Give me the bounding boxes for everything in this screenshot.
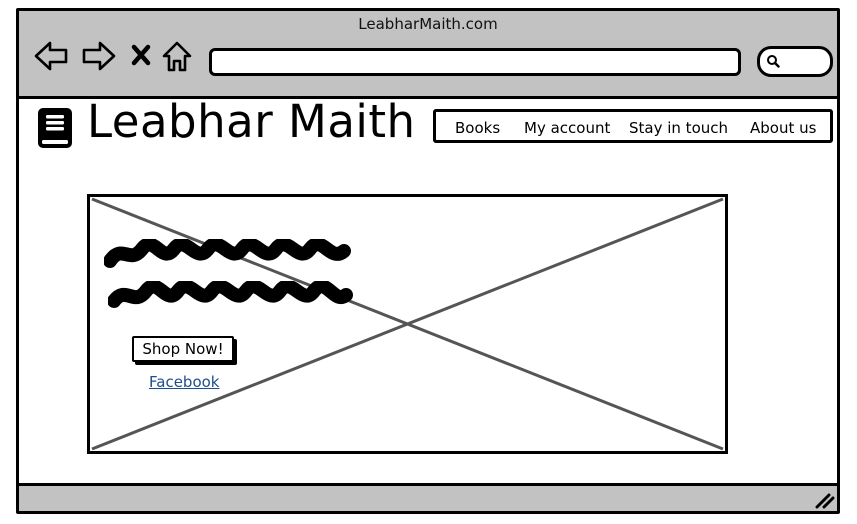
facebook-link[interactable]: Facebook	[149, 373, 219, 391]
nav-item-stay-in-touch[interactable]: Stay in touch	[629, 119, 728, 137]
hero-banner: Shop Now! Facebook	[87, 194, 728, 454]
shop-now-button[interactable]: Shop Now!	[132, 336, 234, 362]
nav-item-my-account[interactable]: My account	[524, 119, 610, 137]
stop-x-icon[interactable]	[129, 39, 153, 73]
page-content: Leabhar Maith Books My account Stay in t…	[19, 95, 837, 483]
nav-item-books[interactable]: Books	[455, 119, 500, 137]
scribble-text-line-2	[108, 281, 353, 308]
browser-window: LeabharMaith.com Leabhar Maith Books My …	[16, 8, 840, 514]
main-nav: Books My account Stay in touch About us	[433, 109, 833, 143]
search-icon	[767, 55, 780, 68]
home-icon[interactable]	[161, 39, 193, 73]
image-placeholder	[91, 197, 724, 451]
search-field[interactable]	[757, 46, 833, 77]
scribble-text-line-1	[104, 239, 351, 268]
site-brand-name[interactable]: Leabhar Maith	[87, 95, 416, 148]
book-icon	[38, 108, 72, 148]
browser-toolbar: LeabharMaith.com	[19, 11, 837, 99]
address-bar[interactable]	[209, 48, 741, 76]
status-bar	[19, 483, 837, 511]
resize-grip-icon[interactable]	[815, 491, 835, 509]
window-title: LeabharMaith.com	[358, 15, 498, 33]
nav-item-about-us[interactable]: About us	[750, 119, 816, 137]
forward-arrow-icon[interactable]	[81, 39, 117, 73]
back-arrow-icon[interactable]	[33, 39, 69, 73]
